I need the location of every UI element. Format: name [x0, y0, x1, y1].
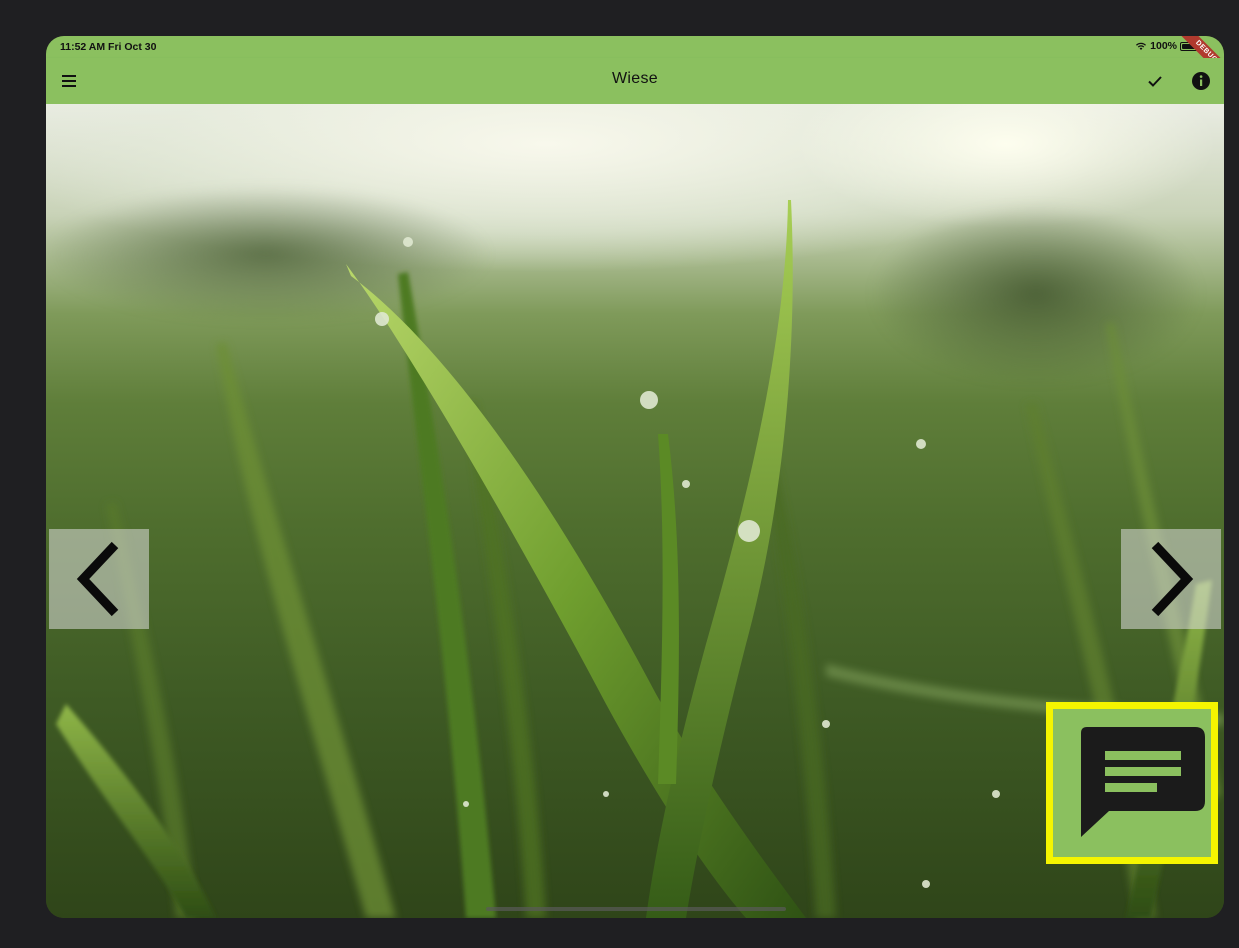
battery-percentage: 100%	[1150, 40, 1177, 52]
previous-button[interactable]	[49, 529, 149, 629]
chevron-left-icon	[76, 541, 119, 617]
next-button[interactable]	[1121, 529, 1221, 629]
check-icon	[1148, 76, 1162, 87]
app-bar: Wiese	[46, 58, 1224, 104]
app-screen: 11:52 AM Fri Oct 30 100% DEBUG Wiese	[46, 36, 1224, 918]
status-time: 11:52 AM Fri Oct 30	[60, 41, 157, 53]
comment-button[interactable]	[1046, 702, 1218, 864]
wifi-icon	[1136, 42, 1147, 50]
check-button[interactable]	[1142, 68, 1168, 94]
comment-icon	[1081, 727, 1205, 837]
device-frame: 11:52 AM Fri Oct 30 100% DEBUG Wiese	[0, 0, 1239, 948]
chevron-right-icon	[1151, 541, 1194, 617]
home-indicator[interactable]	[486, 907, 786, 911]
info-icon	[1192, 72, 1210, 90]
status-bar: 11:52 AM Fri Oct 30 100% DEBUG	[46, 36, 1224, 85]
page-title: Wiese	[612, 70, 658, 87]
info-button[interactable]	[1188, 68, 1214, 94]
